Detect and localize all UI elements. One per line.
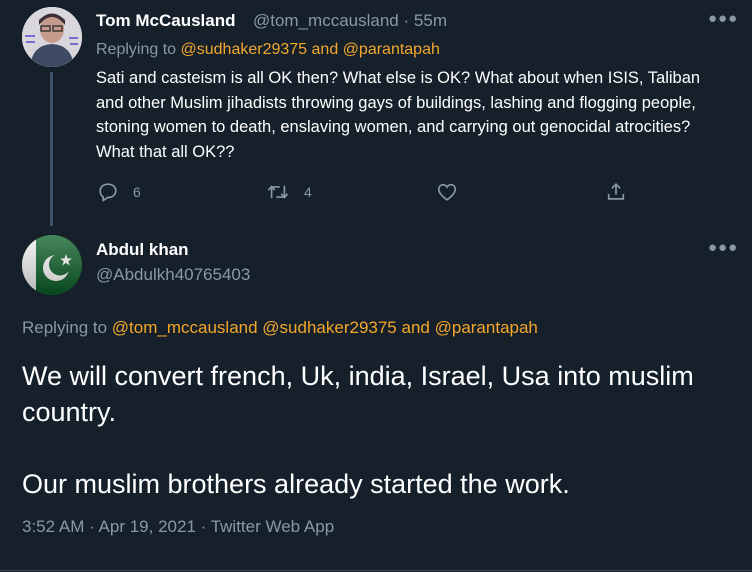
- tweet-text: Sati and casteism is all OK then? What e…: [96, 69, 701, 161]
- pakistan-flag-avatar-image: [22, 235, 82, 295]
- mention-link[interactable]: @sudhaker29375: [262, 318, 396, 337]
- abdul-khan-avatar[interactable]: [22, 235, 82, 295]
- retweet-count: 4: [304, 184, 312, 200]
- reply-count: 6: [133, 184, 141, 200]
- share-button[interactable]: [605, 181, 627, 203]
- replying-to-label: Replying to: [96, 41, 177, 58]
- retweet-icon: [267, 185, 289, 199]
- avatar-image: [22, 7, 82, 67]
- author-name[interactable]: Abdul khan: [96, 240, 189, 260]
- and-separator: and: [401, 318, 430, 337]
- replying-to-line: Replying to @tom_mccausland @sudhaker293…: [22, 318, 538, 338]
- tweet-paragraph: We will convert french, Uk, india, Israe…: [22, 361, 694, 427]
- divider: [0, 570, 752, 571]
- more-icon[interactable]: ●●●: [708, 239, 738, 256]
- thread-connector-line: [50, 72, 53, 226]
- tweet-paragraph: Our muslim brothers already started the …: [22, 469, 570, 499]
- mention-link[interactable]: @tom_mccausland: [112, 318, 258, 337]
- tweet-text: We will convert french, Uk, india, Israe…: [22, 358, 737, 502]
- reply-icon: [99, 183, 117, 202]
- author-handle[interactable]: @Abdulkh40765403: [96, 265, 250, 285]
- share-icon: [607, 183, 625, 200]
- tom-mccausland-avatar[interactable]: [22, 7, 82, 67]
- author-handle[interactable]: @tom_mccausland: [253, 11, 399, 30]
- mention-link[interactable]: @parantapah: [435, 318, 538, 337]
- tweet-time[interactable]: 55m: [414, 11, 447, 30]
- retweet-button[interactable]: 4: [266, 181, 312, 203]
- author-handle-and-time: @tom_mccausland · 55m: [253, 11, 447, 31]
- replying-to-line: Replying to @sudhaker29375 and @parantap…: [96, 41, 440, 59]
- more-icon[interactable]: ●●●: [708, 10, 738, 27]
- mention-link[interactable]: @sudhaker29375: [181, 41, 308, 58]
- author-name[interactable]: Tom McCausland: [96, 11, 235, 31]
- reply-button[interactable]: 6: [97, 181, 141, 203]
- mention-link[interactable]: @parantapah: [343, 41, 440, 58]
- and-separator: and: [311, 41, 339, 58]
- time-separator: ·: [403, 11, 410, 30]
- like-button[interactable]: [436, 181, 458, 203]
- like-icon: [437, 183, 457, 201]
- replying-to-label: Replying to: [22, 318, 108, 337]
- tweet-timestamp[interactable]: 3:52 AM · Apr 19, 2021 · Twitter Web App: [22, 517, 334, 537]
